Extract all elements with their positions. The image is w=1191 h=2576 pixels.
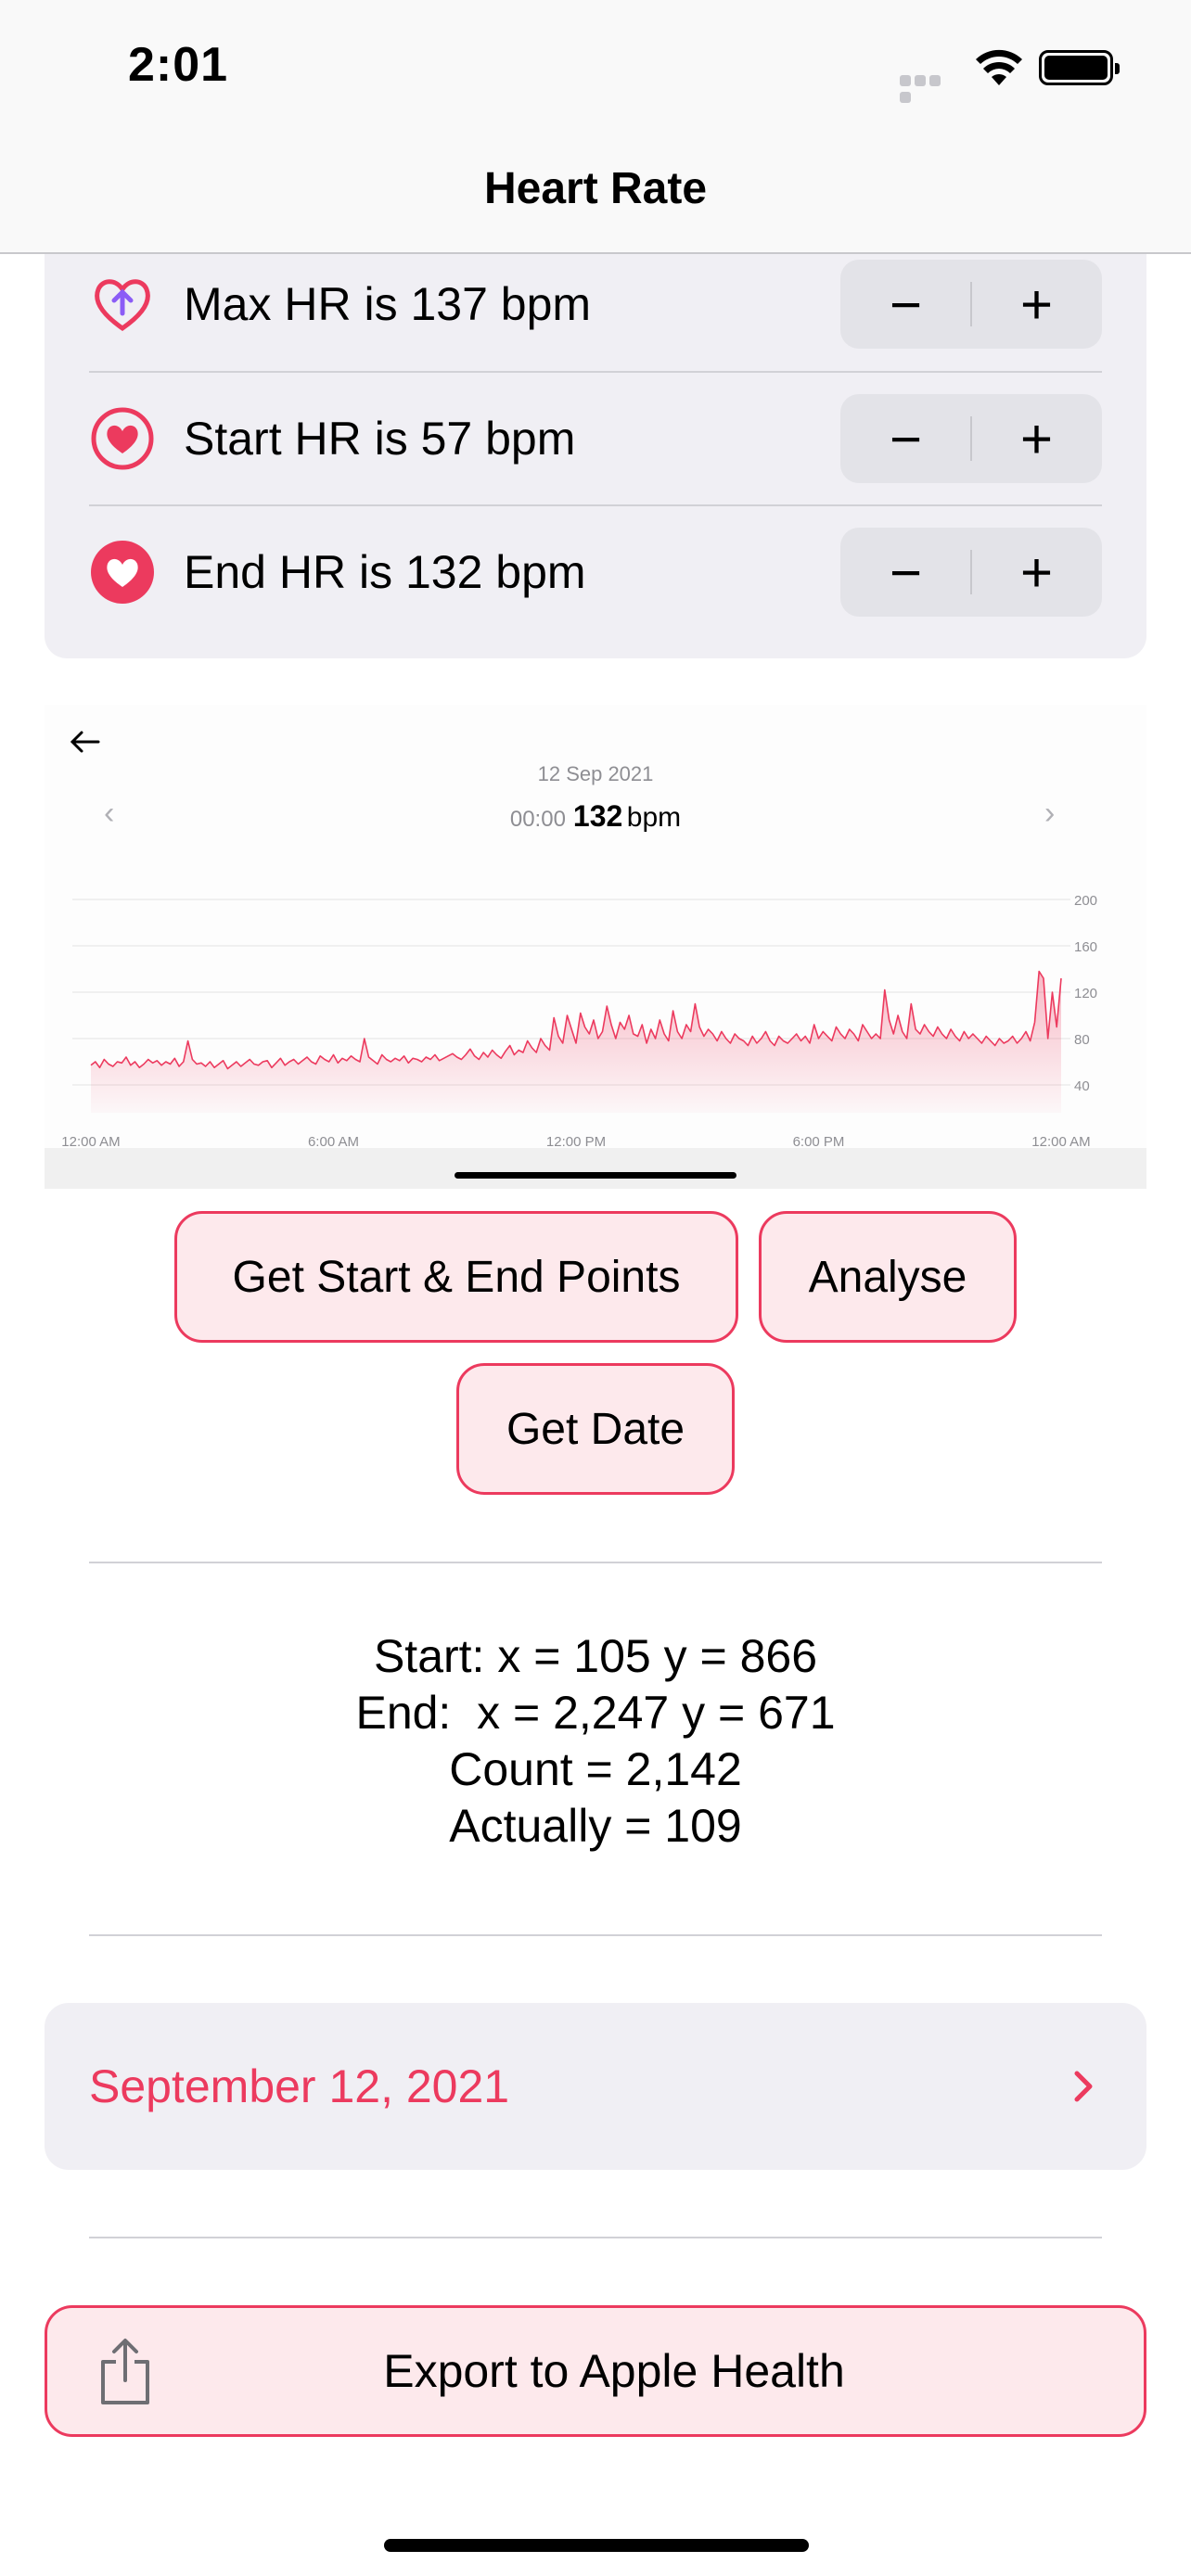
max-hr-label: Max HR is 137 bpm: [184, 278, 592, 330]
end-hr-stepper[interactable]: − +: [840, 528, 1102, 617]
share-icon: [101, 2339, 149, 2404]
y-tick-label: 200: [1074, 893, 1097, 909]
y-tick-label: 40: [1074, 1078, 1090, 1094]
readout-value: 132: [572, 799, 623, 833]
analysis-results: Start: x = 105 y = 866 End: x = 2,247 y …: [0, 1628, 1191, 1855]
status-and-nav-bar: 2:01 Heart Rate: [0, 0, 1191, 254]
sheet-handle[interactable]: [455, 1172, 736, 1179]
decrement-button[interactable]: −: [840, 394, 971, 483]
divider: [89, 1562, 1102, 1563]
next-day-chevron-icon[interactable]: ›: [1044, 796, 1055, 832]
x-tick-label: 12:00 PM: [546, 1134, 606, 1150]
back-arrow-icon[interactable]: [65, 721, 106, 762]
chart-date: 12 Sep 2021: [537, 762, 654, 785]
end-hr-row: End HR is 132 bpm − +: [89, 504, 1102, 638]
battery-icon: [1039, 50, 1120, 85]
page-title: Heart Rate: [483, 164, 708, 213]
heart-ring-icon: [91, 407, 154, 470]
y-tick-label: 80: [1074, 1032, 1090, 1048]
heart-rate-chart: 200 160 120 80 40 12:00 AM 6:00 AM 12:00 PM 6:00…: [61, 893, 1097, 1150]
get-start-end-points-button[interactable]: Get Start & End Points: [174, 1211, 738, 1343]
chevron-right-icon: [1074, 2071, 1093, 2102]
home-indicator: [384, 2539, 809, 2552]
x-tick-label: 12:00 AM: [1031, 1134, 1090, 1150]
result-start: Start: x = 105 y = 866: [373, 1630, 818, 1682]
increment-button[interactable]: +: [971, 260, 1102, 349]
decrement-button[interactable]: −: [840, 528, 971, 617]
increment-button[interactable]: +: [971, 394, 1102, 483]
analyse-button[interactable]: Analyse: [759, 1211, 1017, 1343]
result-count: Count = 2,142: [449, 1743, 742, 1795]
export-label: Export to Apple Health: [383, 2345, 845, 2397]
previous-day-chevron-icon[interactable]: ‹: [104, 796, 114, 832]
start-hr-row: Start HR is 57 bpm − +: [89, 371, 1102, 504]
start-hr-label: Start HR is 57 bpm: [184, 413, 576, 465]
x-tick-label: 6:00 AM: [308, 1134, 359, 1150]
sheet-grabber-strip: [45, 1148, 1146, 1189]
get-date-button[interactable]: Get Date: [456, 1363, 735, 1495]
divider: [89, 1934, 1102, 1936]
date-picker-row[interactable]: September 12, 2021: [45, 2003, 1146, 2170]
y-tick-label: 120: [1074, 986, 1097, 1001]
heart-up-arrow-icon: [95, 279, 150, 332]
readout-unit: bpm: [626, 802, 682, 833]
cellular-signal-icon: [900, 74, 957, 103]
max-hr-row: Max HR is 137 bpm − +: [89, 237, 1102, 371]
result-actually: Actually = 109: [449, 1800, 742, 1852]
chart-readout: 00:00 132 bpm: [0, 799, 1191, 834]
x-tick-label: 12:00 AM: [61, 1134, 120, 1150]
end-hr-label: End HR is 132 bpm: [184, 546, 586, 598]
heart-filled-icon: [91, 541, 154, 604]
readout-time: 00:00: [509, 807, 566, 832]
result-end: End: x = 2,247 y = 671: [355, 1687, 836, 1739]
divider: [89, 2237, 1102, 2238]
wifi-icon: [976, 49, 1022, 85]
max-hr-stepper[interactable]: − +: [840, 260, 1102, 349]
increment-button[interactable]: +: [971, 528, 1102, 617]
x-tick-label: 6:00 PM: [793, 1134, 845, 1150]
y-tick-label: 160: [1074, 939, 1097, 955]
hr-settings-card: Max HR is 137 bpm − + Start HR is 57 bpm…: [45, 254, 1146, 658]
status-time: 2:01: [128, 38, 229, 92]
selected-date: September 12, 2021: [89, 2060, 510, 2112]
export-to-apple-health-button[interactable]: Export to Apple Health: [45, 2305, 1146, 2437]
decrement-button[interactable]: −: [840, 260, 971, 349]
start-hr-stepper[interactable]: − +: [840, 394, 1102, 483]
